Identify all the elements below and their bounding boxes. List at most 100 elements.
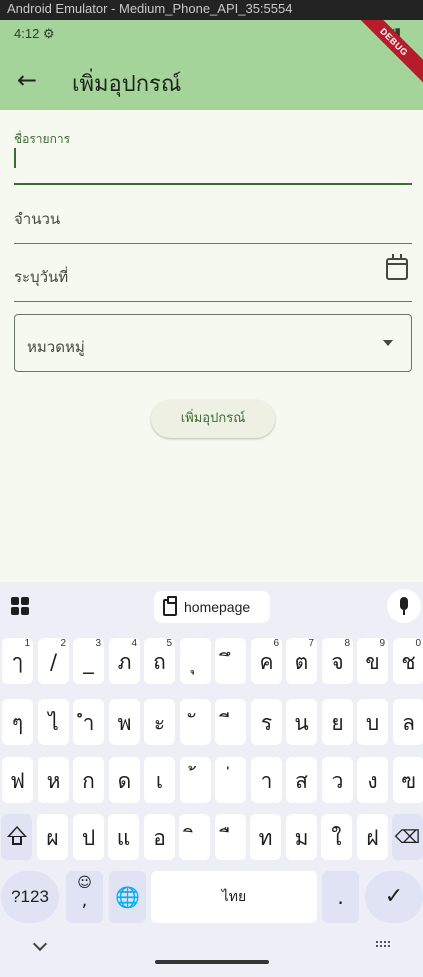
key-row3-3[interactable]: ก xyxy=(73,757,104,803)
quantity-label: จำนวน xyxy=(14,210,61,228)
key-label: ต xyxy=(294,650,309,674)
key-row2-8[interactable]: ร xyxy=(251,699,282,745)
key-row2-9[interactable]: น xyxy=(286,699,317,745)
backspace-key[interactable]: ⌫ xyxy=(392,814,423,860)
date-label: ระบุวันที่ xyxy=(14,268,69,286)
key-label: ผ xyxy=(46,826,59,850)
soft-keyboard: homepage ๅ1/2_3ภ4ถ5ุึค6ต7จ8ข9ช0ๆไำพะัีรน… xyxy=(0,582,423,977)
key-row2-2[interactable]: ไ xyxy=(38,699,69,745)
debug-banner: DEBUG xyxy=(349,20,423,87)
key-row2-3[interactable]: ำ xyxy=(73,699,104,745)
key-row2-1[interactable]: ๆ xyxy=(2,699,33,745)
key-row3-8[interactable]: า xyxy=(251,757,282,803)
key-label: ย xyxy=(331,711,344,735)
key-row4-10[interactable]: ฝ xyxy=(357,814,388,860)
comma-label: , xyxy=(81,890,88,911)
status-time: 4:12 ⚙ xyxy=(14,26,55,41)
key-hint: 8 xyxy=(344,638,350,649)
key-row1-6[interactable]: ุ xyxy=(180,638,211,684)
key-row2-10[interactable]: ย xyxy=(322,699,353,745)
apps-grid-icon[interactable] xyxy=(11,597,31,617)
clipboard-suggestion-text: homepage xyxy=(184,599,251,615)
key-hint: 0 xyxy=(415,638,421,649)
key-label: _ xyxy=(83,650,94,674)
key-row4-7[interactable]: ท xyxy=(250,814,281,860)
space-key[interactable]: ไทย xyxy=(151,871,317,923)
hide-keyboard-chevron-icon[interactable] xyxy=(32,936,48,952)
key-row2-5[interactable]: ะ xyxy=(144,699,175,745)
key-hint: 9 xyxy=(379,638,385,649)
key-hint: 7 xyxy=(308,638,314,649)
key-row1-8[interactable]: ค6 xyxy=(251,638,282,684)
key-label: พ xyxy=(117,711,132,735)
microphone-icon[interactable] xyxy=(387,589,421,623)
key-row2-6[interactable]: ั xyxy=(180,699,211,745)
key-row1-4[interactable]: ภ4 xyxy=(109,638,140,684)
key-row4-8[interactable]: ม xyxy=(286,814,317,860)
key-row1-7[interactable]: ึ xyxy=(215,638,246,684)
key-label: ร xyxy=(260,711,273,735)
home-gesture-pill[interactable] xyxy=(155,960,269,964)
key-row1-2[interactable]: /2 xyxy=(38,638,69,684)
key-label: ง xyxy=(367,769,378,793)
key-label: ข xyxy=(365,650,380,674)
key-row1-3[interactable]: _ 3 xyxy=(73,638,104,684)
key-row2-12[interactable]: ล xyxy=(393,699,423,745)
key-row3-11[interactable]: ง xyxy=(357,757,388,803)
clipboard-suggestion-chip[interactable]: homepage xyxy=(154,591,270,623)
shift-key[interactable] xyxy=(1,814,32,860)
key-row3-6[interactable]: ้ xyxy=(180,757,211,803)
key-label: อ xyxy=(153,826,166,850)
category-dropdown[interactable]: หมวดหมู่ xyxy=(14,314,412,372)
key-row1-5[interactable]: ถ5 xyxy=(144,638,175,684)
key-row3-1[interactable]: ฟ xyxy=(2,757,33,803)
date-field[interactable]: ระบุวันที่ xyxy=(14,248,412,302)
key-row3-12[interactable]: ฃ xyxy=(393,757,423,803)
globe-icon[interactable]: 🌐 xyxy=(109,871,146,923)
item-name-label: ชื่อรายการ xyxy=(14,132,71,146)
key-row1-9[interactable]: ต7 xyxy=(286,638,317,684)
key-label: ค xyxy=(259,650,274,674)
key-label: จ xyxy=(331,650,344,674)
key-row3-7[interactable]: ่ xyxy=(215,757,246,803)
symbols-key[interactable]: ?123 xyxy=(1,871,59,923)
key-hint: 5 xyxy=(166,638,172,649)
period-key[interactable]: . xyxy=(322,871,359,923)
keyboard-switch-icon[interactable] xyxy=(375,940,392,949)
key-label: ส xyxy=(295,769,308,793)
key-row3-9[interactable]: ส xyxy=(286,757,317,803)
key-label: ท xyxy=(258,826,273,850)
key-row1-1[interactable]: ๅ1 xyxy=(2,638,33,684)
back-arrow-icon[interactable]: ← xyxy=(12,66,42,96)
key-label: เ xyxy=(155,769,164,793)
key-row3-5[interactable]: เ xyxy=(144,757,175,803)
key-row1-10[interactable]: จ8 xyxy=(322,638,353,684)
key-row4-6[interactable]: ื xyxy=(215,814,246,860)
key-label: ก xyxy=(82,769,95,793)
key-row4-3[interactable]: แ xyxy=(108,814,139,860)
key-label: บ xyxy=(365,711,380,735)
app-bar: 4:12 ⚙ ▼◢▮ DEBUG ← เพิ่มอุปกรณ์ xyxy=(0,20,423,110)
key-row1-11[interactable]: ข9 xyxy=(357,638,388,684)
key-row1-12[interactable]: ช0 xyxy=(393,638,423,684)
dropdown-arrow-icon xyxy=(383,340,393,346)
key-row4-4[interactable]: อ xyxy=(144,814,175,860)
key-row2-11[interactable]: บ xyxy=(357,699,388,745)
item-name-field[interactable]: ชื่อรายการ xyxy=(14,130,412,185)
key-row3-4[interactable]: ด xyxy=(109,757,140,803)
add-equipment-button[interactable]: เพิ่มอุปกรณ์ xyxy=(151,400,275,438)
key-row4-2[interactable]: ป xyxy=(73,814,104,860)
key-label: แ xyxy=(116,826,131,850)
key-row2-4[interactable]: พ xyxy=(109,699,140,745)
key-row2-7[interactable]: ี xyxy=(215,699,246,745)
key-label: ถ xyxy=(153,650,166,674)
key-row3-2[interactable]: ห xyxy=(38,757,69,803)
enter-check-icon[interactable]: ✓ xyxy=(365,871,423,923)
emoji-comma-key[interactable]: ☺ , xyxy=(66,871,103,923)
key-row4-1[interactable]: ผ xyxy=(37,814,68,860)
key-row4-9[interactable]: ใ xyxy=(321,814,352,860)
key-row3-10[interactable]: ว xyxy=(322,757,353,803)
calendar-icon[interactable] xyxy=(386,254,408,280)
key-row4-5[interactable]: ิ xyxy=(179,814,210,860)
quantity-field[interactable]: จำนวน xyxy=(14,190,412,244)
